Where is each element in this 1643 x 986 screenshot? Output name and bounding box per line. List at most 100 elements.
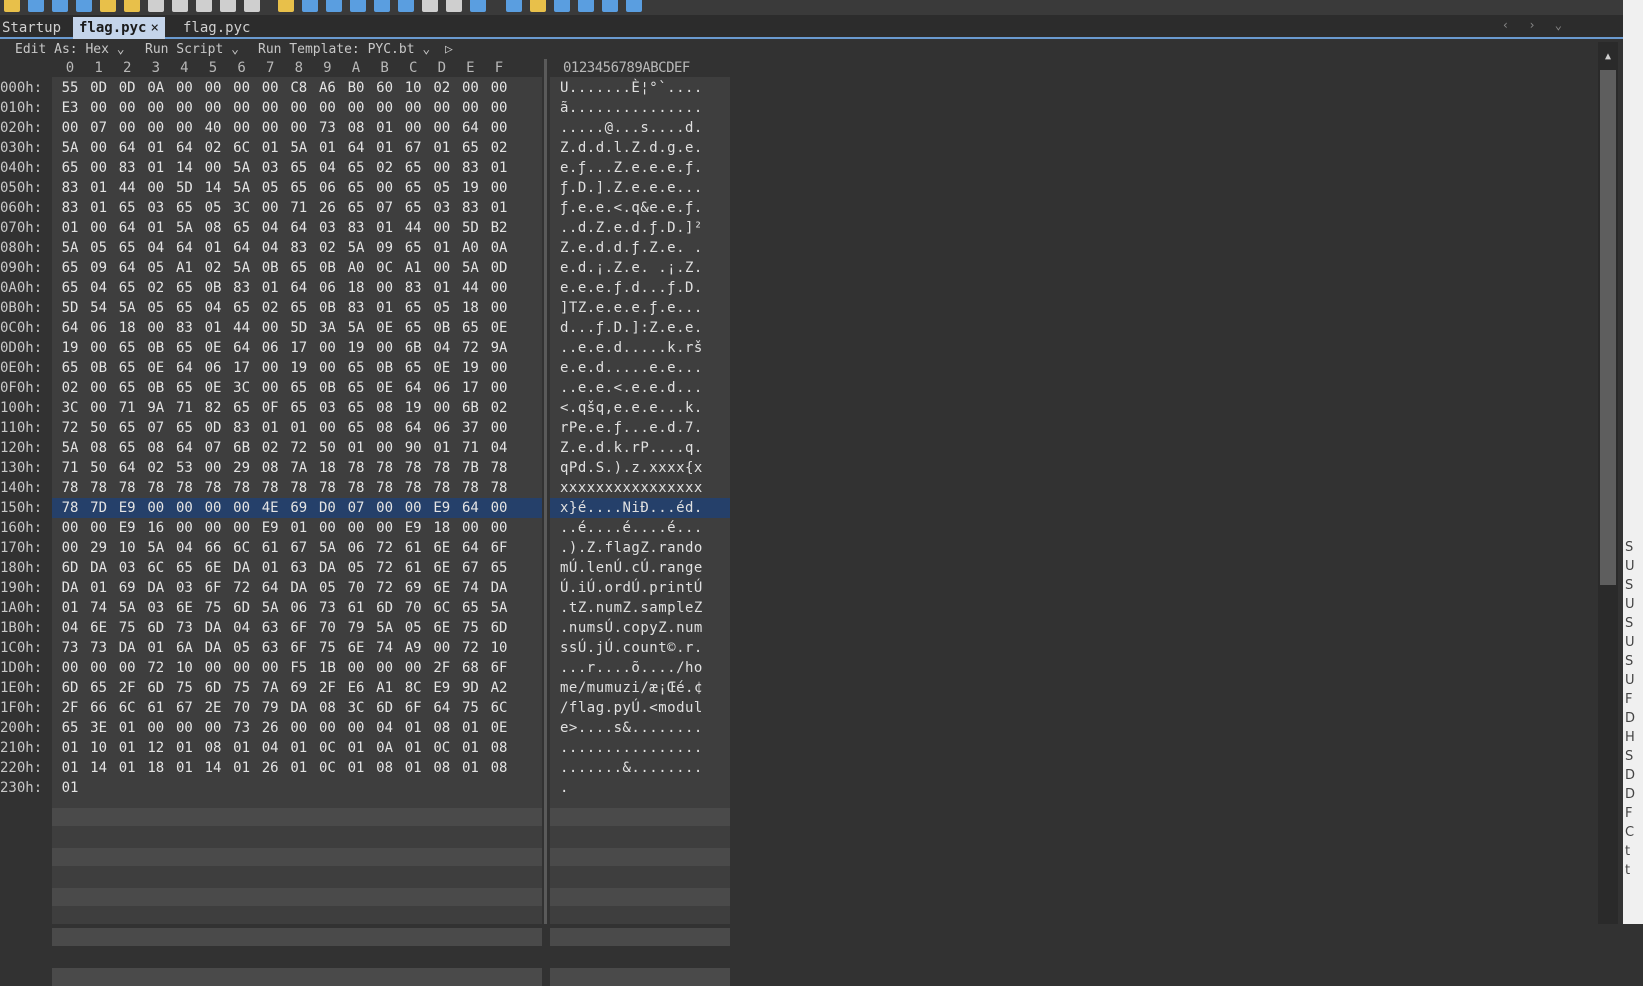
hex-byte[interactable]: 0C [315,758,339,778]
toolbar-icon[interactable] [350,0,366,12]
hex-byte[interactable]: 04 [373,718,397,738]
hex-byte[interactable]: 65 [115,378,139,398]
hex-byte[interactable]: 65 [287,398,311,418]
hex-byte[interactable]: 1B [315,658,339,678]
hex-byte[interactable]: 75 [201,598,225,618]
hex-byte[interactable]: 29 [87,538,111,558]
hex-byte[interactable]: 65 [344,378,368,398]
toolbar-icon[interactable] [446,0,462,12]
hex-byte[interactable]: 73 [230,718,254,738]
hex-byte[interactable]: 65 [115,198,139,218]
hex-byte[interactable]: DA [315,558,339,578]
hex-byte[interactable]: 05 [401,618,425,638]
hex-byte[interactable]: 00 [201,458,225,478]
hex-byte[interactable]: 00 [315,518,339,538]
hex-row[interactable]: 110h: 72 50 65 07 65 0D 83 01 01 00 65 08 64 06 37 00 rPe… [0,418,730,438]
hex-byte[interactable]: 65 [344,158,368,178]
hex-byte[interactable]: 12 [144,738,168,758]
hex-byte[interactable]: 65 [287,178,311,198]
hex-byte[interactable]: 78 [287,478,311,498]
hex-byte[interactable]: 5A [344,318,368,338]
hex-byte[interactable]: 83 [458,198,482,218]
toolbar-icon[interactable] [554,0,570,12]
hex-byte[interactable]: 54 [87,298,111,318]
hex-row[interactable]: 120h: 5A 08 65 08 64 07 6B 02 72 50 01 00 90 01 71 04 Z.e… [0,438,730,458]
ascii-text[interactable]: e.e.e.ƒ.d...ƒ.D. [560,278,703,298]
hex-byte[interactable]: 65 [58,358,82,378]
hex-byte[interactable]: 00 [430,98,454,118]
hex-byte[interactable]: 73 [87,638,111,658]
hex-byte[interactable]: 71 [172,398,196,418]
hex-byte[interactable]: 50 [87,458,111,478]
hex-byte[interactable]: 72 [458,638,482,658]
hex-byte[interactable]: 0B [315,258,339,278]
hex-byte[interactable]: 65 [115,358,139,378]
hex-byte[interactable]: 6E [430,538,454,558]
hex-byte[interactable]: 65 [115,418,139,438]
hex-row[interactable]: 1A0h: 01 74 5A 03 6E 75 6D 5A 06 73 61 6D 70 6C 65 5A .tZ… [0,598,730,618]
hex-byte[interactable]: 78 [458,478,482,498]
hex-byte[interactable]: 01 [458,718,482,738]
toolbar-icon[interactable] [626,0,642,12]
hex-byte[interactable]: 63 [258,638,282,658]
hex-byte[interactable]: 65 [230,218,254,238]
hex-byte[interactable]: 3C [230,198,254,218]
hex-byte[interactable]: 78 [401,478,425,498]
hex-byte[interactable]: 00 [487,178,511,198]
hex-byte[interactable]: 00 [87,98,111,118]
hex-byte[interactable]: 5A [144,538,168,558]
hex-row[interactable]: 1B0h: 04 6E 75 6D 73 DA 04 63 6F 70 79 5A 05 6E 75 6D .nu… [0,618,730,638]
hex-byte[interactable]: 65 [172,558,196,578]
hex-byte[interactable]: 78 [315,478,339,498]
hex-byte[interactable]: 01 [58,598,82,618]
hex-byte[interactable]: 6C [430,598,454,618]
hex-byte[interactable]: 7A [287,458,311,478]
hex-byte[interactable]: 03 [115,558,139,578]
ascii-text[interactable]: ]TZ.e.e.e.ƒ.e... [560,298,703,318]
hex-byte[interactable]: 6D [58,558,82,578]
hex-byte[interactable]: 65 [115,338,139,358]
hex-byte[interactable]: 64 [287,218,311,238]
hex-byte[interactable]: 19 [58,338,82,358]
hex-byte[interactable]: 65 [287,298,311,318]
hex-byte[interactable]: 64 [401,418,425,438]
hex-byte[interactable]: 00 [87,658,111,678]
hex-byte[interactable]: 01 [87,178,111,198]
hex-byte[interactable]: 0C [430,738,454,758]
hex-byte[interactable]: 01 [430,238,454,258]
hex-byte[interactable]: 04 [58,618,82,638]
hex-byte[interactable]: 01 [230,738,254,758]
hex-byte[interactable]: 6D [373,698,397,718]
ascii-text[interactable]: ..e.e.<.e.e.d... [560,378,703,398]
hex-byte[interactable]: 0F [258,398,282,418]
ascii-text[interactable]: Ú.iÚ.ordÚ.printÚ [560,578,703,598]
ascii-text[interactable]: e.ƒ...Z.e.e.e.ƒ. [560,158,703,178]
hex-byte[interactable]: 05 [430,178,454,198]
hex-byte[interactable]: 17 [230,358,254,378]
hex-byte[interactable]: 0E [373,318,397,338]
hex-byte[interactable]: 00 [458,78,482,98]
hex-byte[interactable]: 65 [458,598,482,618]
hex-byte[interactable]: 04 [487,438,511,458]
hex-byte[interactable]: 06 [430,418,454,438]
hex-byte[interactable]: E6 [344,678,368,698]
hex-byte[interactable]: 65 [58,718,82,738]
hex-byte[interactable]: 65 [58,158,82,178]
hex-row[interactable]: 1F0h: 2F 66 6C 61 67 2E 70 79 DA 08 3C 6D 6F 64 75 6C/fl… [0,698,730,718]
hex-byte[interactable]: B2 [487,218,511,238]
hex-byte[interactable]: 0D [87,78,111,98]
ascii-text[interactable]: . [560,778,569,798]
hex-byte[interactable]: 3C [344,698,368,718]
hex-byte[interactable]: 50 [315,438,339,458]
toolbar-icon[interactable] [52,0,68,12]
hex-byte[interactable]: DA [201,638,225,658]
hex-byte[interactable]: 9A [144,398,168,418]
hex-byte[interactable]: 5A [230,258,254,278]
hex-byte[interactable]: DA [201,618,225,638]
hex-byte[interactable]: 05 [344,558,368,578]
hex-byte[interactable]: 78 [344,478,368,498]
hex-byte[interactable]: 01 [230,758,254,778]
hex-byte[interactable]: 72 [458,338,482,358]
hex-byte[interactable]: 7D [87,498,111,518]
hex-byte[interactable]: 00 [172,118,196,138]
